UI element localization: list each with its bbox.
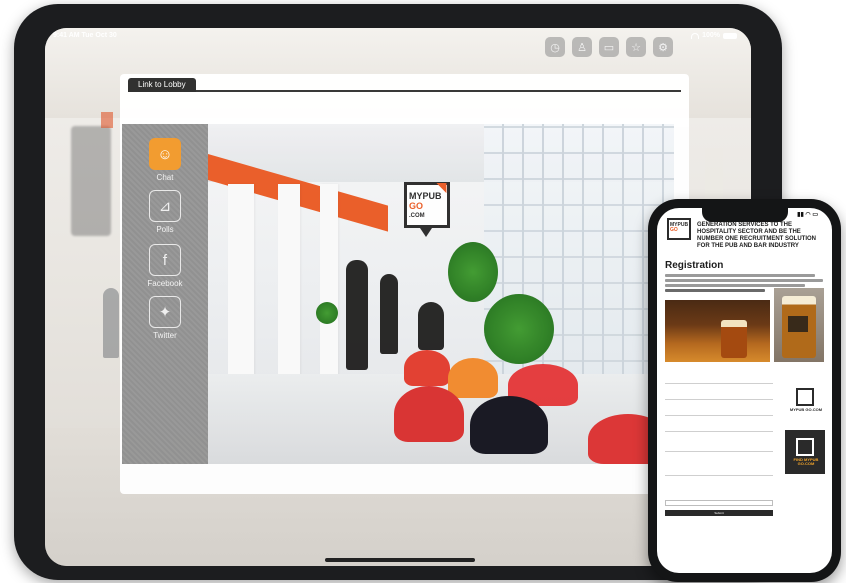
paragraph-line: [665, 284, 805, 287]
photo-chair: [470, 396, 548, 454]
tab-link-to-lobby[interactable]: Link to Lobby: [128, 78, 196, 92]
sidebar-item-label: Polls: [156, 225, 174, 234]
phone-status-icons: ▮▮ ◠ ▭: [797, 212, 818, 218]
tile-logo-box: [796, 438, 814, 456]
polls-icon: ⊿: [149, 190, 181, 222]
submit-button[interactable]: Submit: [665, 510, 773, 516]
video-icon[interactable]: ▭: [599, 37, 619, 57]
tab-bar: Link to Lobby: [128, 78, 681, 92]
user-icon[interactable]: ♙: [572, 37, 592, 57]
status-right: 100%: [691, 32, 737, 39]
status-time: 9:41 AM Tue Oct 30: [53, 32, 117, 39]
form-field[interactable]: [665, 448, 773, 452]
photo-plant: [484, 294, 554, 364]
background-sign: [71, 126, 111, 236]
photo-chair: [448, 358, 498, 398]
facebook-icon: f: [149, 244, 181, 276]
tile-text: FIND MYPUB GO.COM: [793, 457, 819, 466]
photo-silhouette: [418, 302, 444, 350]
background-sign-arrow: [101, 112, 113, 128]
phone-headline: Generation services to the hospitality s…: [697, 222, 816, 249]
beer-glass-photo: [774, 288, 824, 362]
input-line[interactable]: [665, 399, 773, 400]
input-line[interactable]: [665, 431, 773, 432]
lobby-panel: Link to Lobby ☺ Chat ⊿ Polls f Facebook …: [120, 74, 689, 494]
logo-tail: [418, 225, 434, 237]
logo-line-1: MYPUB: [409, 191, 442, 201]
lobby-view: ☺ Chat ⊿ Polls f Facebook ✦ Twitter ◥ MY…: [122, 124, 674, 464]
form-field[interactable]: [665, 396, 773, 400]
gear-icon[interactable]: ⚙: [653, 37, 673, 57]
notch: [702, 208, 788, 222]
sidebar: ☺ Chat ⊿ Polls f Facebook ✦ Twitter: [122, 124, 208, 464]
input-line[interactable]: [665, 383, 773, 384]
twitter-icon: ✦: [149, 296, 181, 328]
sidebar-item-twitter[interactable]: ✦ Twitter: [144, 296, 186, 340]
tile-logo-box: [796, 388, 814, 406]
iphone-screen: ▮▮ ◠ ▭ MYPUB GO Generation services to t…: [657, 208, 832, 573]
mypubgo-logo: ◥ MYPUB GO .COM: [404, 180, 452, 242]
ipad-screen: 9:41 AM Tue Oct 30 100% ◷ ♙ ▭ ☆ ⚙ Link t…: [45, 28, 751, 566]
sidebar-item-chat[interactable]: ☺ Chat: [144, 138, 186, 182]
logo-line-2: GO: [409, 201, 424, 211]
phone-logo-line-2: GO: [670, 227, 678, 233]
home-indicator[interactable]: [325, 558, 475, 562]
logo-tile-dark: FIND MYPUB GO.COM: [785, 430, 825, 474]
star-icon[interactable]: ☆: [626, 37, 646, 57]
phone-logo-text: MYPUB GO: [670, 223, 688, 233]
top-toolbar: ◷ ♙ ▭ ☆ ⚙: [545, 37, 673, 57]
beer-photo: [665, 300, 770, 362]
sidebar-item-label: Twitter: [153, 331, 177, 340]
registration-title: Registration: [665, 260, 724, 271]
clock-icon[interactable]: ◷: [545, 37, 565, 57]
beer-glass: [721, 320, 747, 358]
form-field[interactable]: [665, 428, 773, 432]
sidebar-item-label: Chat: [156, 173, 174, 182]
photo-silhouette: [380, 274, 398, 354]
paragraph-line: [665, 289, 765, 292]
sidebar-item-polls[interactable]: ⊿ Polls: [144, 190, 186, 234]
sidebar-item-facebook[interactable]: f Facebook: [144, 244, 186, 288]
photo-chair: [404, 350, 450, 386]
glass-label: [788, 316, 808, 332]
phone-logo: MYPUB GO: [667, 218, 691, 246]
input-line[interactable]: [665, 475, 773, 476]
select-field[interactable]: [665, 500, 773, 506]
sidebar-item-label: Facebook: [147, 279, 183, 288]
photo-silhouette: [346, 260, 368, 370]
tile-text: MYPUB GO.COM: [789, 407, 823, 412]
photo-plant: [448, 242, 498, 302]
logo-line-3: .COM: [409, 213, 425, 219]
marketing-composite: 9:41 AM Tue Oct 30 100% ◷ ♙ ▭ ☆ ⚙ Link t…: [0, 0, 846, 583]
iphone-device: ▮▮ ◠ ▭ MYPUB GO Generation services to t…: [648, 199, 841, 582]
form-field[interactable]: [665, 412, 773, 416]
input-line[interactable]: [665, 415, 773, 416]
input-line[interactable]: [665, 451, 773, 452]
background-person: [103, 288, 119, 358]
photo-plant: [316, 302, 338, 324]
lobby-photo: ◥ MYPUB GO .COM: [208, 124, 674, 464]
form-field[interactable]: [665, 472, 773, 476]
paragraph-line: [665, 274, 815, 277]
wifi-icon: [691, 32, 700, 39]
chat-icon: ☺: [149, 138, 181, 170]
battery-icon: [723, 32, 737, 39]
form-field[interactable]: [665, 380, 773, 384]
paragraph-line: [665, 279, 823, 282]
logo-tile-white: MYPUB GO.COM: [785, 380, 825, 422]
battery-percent: 100%: [702, 32, 720, 39]
photo-chair: [394, 386, 464, 442]
